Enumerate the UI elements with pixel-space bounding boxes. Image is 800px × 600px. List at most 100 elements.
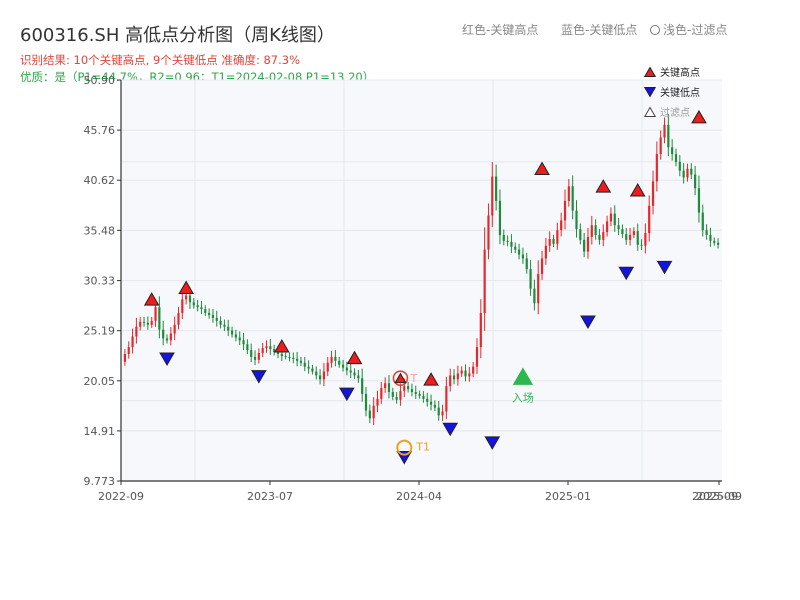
candle-body [651, 181, 655, 206]
candle-body [322, 371, 326, 380]
candle-body [426, 398, 429, 402]
candle-body [296, 358, 299, 361]
candle-body [571, 186, 574, 211]
candle-body [590, 225, 593, 237]
candle-body [303, 362, 306, 367]
candle-body [162, 329, 165, 339]
candle-body [705, 230, 708, 236]
candle-body [131, 336, 134, 348]
candle-body [644, 233, 647, 246]
candle-body [690, 168, 693, 175]
candle-body [422, 395, 425, 399]
candle-body [540, 258, 544, 275]
candle-body [445, 386, 448, 412]
candle-body [617, 225, 620, 230]
candle-body [502, 235, 505, 241]
candle-body [418, 393, 421, 396]
candle-body [200, 307, 203, 310]
candle-body [613, 213, 616, 226]
x-tick-label: 2025-01 [545, 490, 591, 503]
candle-body [429, 401, 433, 405]
legend-high-icon [643, 66, 657, 77]
candle-body [636, 231, 639, 245]
candle-body [686, 168, 689, 178]
candle-body [552, 238, 555, 244]
candle-body [510, 241, 513, 247]
candle-body [464, 370, 467, 377]
candle-body [655, 154, 658, 182]
y-tick-label: 20.05 [84, 375, 116, 388]
candle-body [315, 371, 318, 376]
candle-body [188, 295, 192, 303]
candle-body [640, 244, 643, 246]
candle-body [544, 245, 547, 259]
candle-body [204, 309, 207, 314]
candle-body [292, 357, 295, 359]
candle-body [227, 326, 230, 331]
candle-body [368, 410, 371, 419]
y-tick-label: 50.90 [84, 74, 116, 87]
candle-body [682, 170, 685, 178]
x-tick-label: 2024-04 [396, 490, 442, 503]
candle-body [609, 213, 613, 222]
candle-body [146, 322, 149, 325]
candle-body [135, 326, 138, 337]
candle-body [514, 246, 517, 250]
candle-body [495, 176, 498, 201]
x-tick-label: 2025-09 [692, 490, 738, 503]
candle-body [575, 210, 578, 230]
candle-body [449, 375, 452, 387]
candle-body [498, 200, 502, 236]
candle-body [185, 295, 188, 300]
x-tick-label: 2022-09 [98, 490, 144, 503]
candle-body [364, 393, 368, 411]
candle-body [280, 353, 283, 356]
legend-item-label: 关键低点 [660, 86, 700, 99]
candle-body [468, 373, 471, 377]
candle-body [671, 147, 674, 155]
candle-body [307, 366, 310, 369]
candle-body [173, 324, 176, 334]
candle-body [659, 137, 662, 155]
candle-body [506, 240, 509, 242]
y-tick-label: 35.48 [84, 224, 116, 237]
candle-body [230, 330, 234, 335]
candle-body [441, 411, 444, 416]
candle-body [250, 350, 253, 357]
candle-body [716, 242, 720, 245]
candle-body [579, 229, 582, 240]
t1-label: T1 [415, 441, 430, 454]
candle-body [269, 346, 272, 350]
candle-body [127, 347, 130, 354]
candle-body [594, 225, 597, 236]
candle-body [387, 383, 391, 393]
candle-body [697, 188, 701, 213]
candle-body [338, 360, 341, 365]
candle-body [391, 392, 394, 397]
candle-body [491, 176, 494, 216]
candle-body [261, 348, 264, 354]
candle-body [460, 370, 463, 374]
candle-body [357, 375, 360, 379]
y-tick-label: 40.62 [84, 174, 116, 187]
candle-body [384, 383, 387, 389]
candle-body [142, 321, 146, 323]
candle-body [563, 200, 567, 221]
candlestick-chart: 9.773 14.91 20.05 25.19 30.33 35.48 40.62 45.76… [84, 66, 742, 503]
candle-body [560, 220, 563, 231]
candle-body [487, 215, 490, 250]
candle-body [192, 302, 195, 306]
y-tick-label: 25.19 [84, 325, 116, 338]
legend-item-label: 关键高点 [660, 66, 700, 79]
candle-body [567, 186, 570, 201]
candle-body [284, 355, 287, 357]
candle-body [678, 161, 681, 171]
candle-body [713, 240, 716, 243]
candle-body [525, 258, 528, 270]
candle-body [311, 368, 314, 372]
candle-body [456, 373, 459, 380]
candle-body [288, 356, 291, 358]
candle-body [709, 235, 712, 241]
candle-body [437, 407, 440, 416]
candle-body [246, 344, 249, 351]
